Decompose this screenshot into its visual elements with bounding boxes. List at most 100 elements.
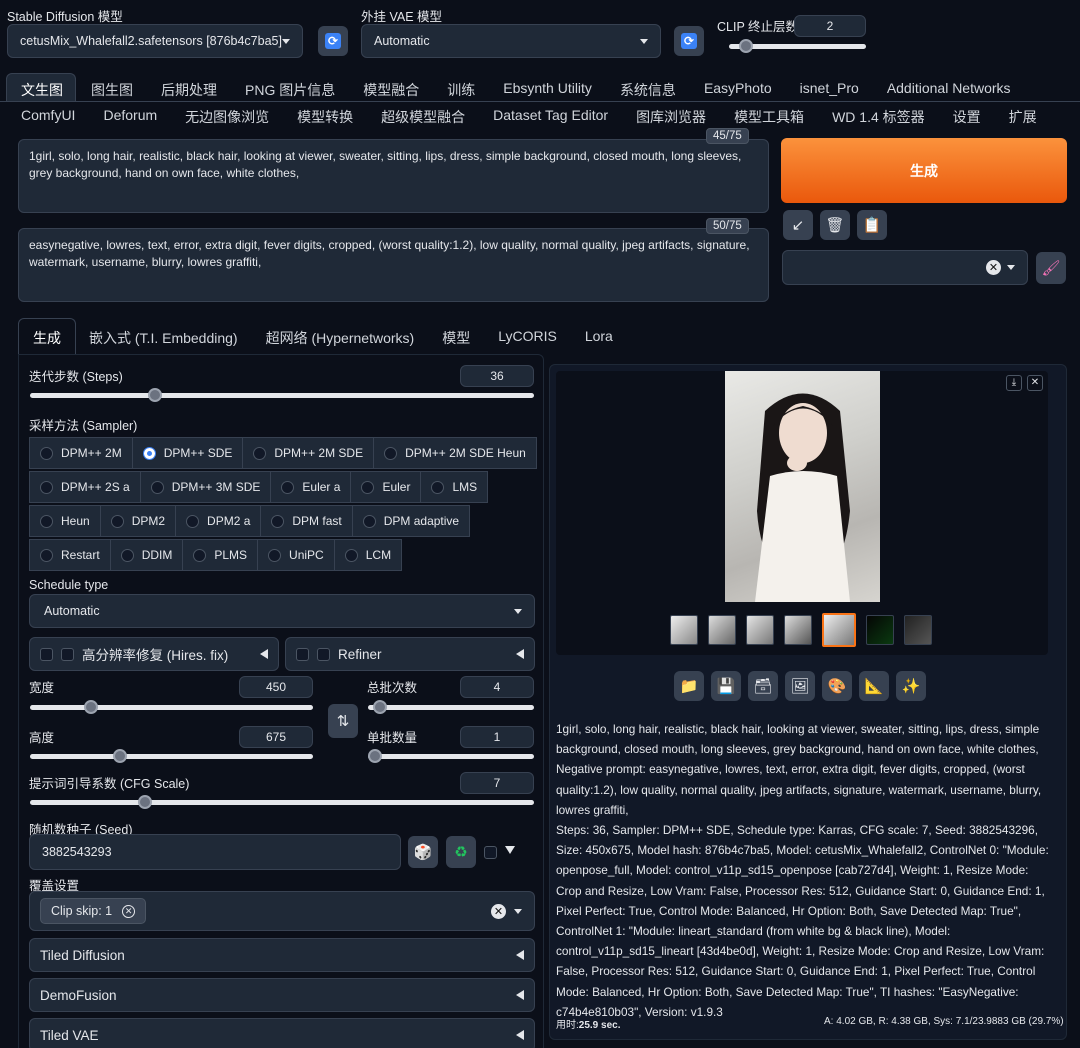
refiner-enable-checkbox[interactable]	[296, 647, 309, 661]
thumbnail[interactable]	[670, 615, 698, 645]
zip-button[interactable]: 🗃	[748, 671, 778, 701]
thumbnail-selected[interactable]	[822, 613, 856, 647]
cfg-input[interactable]: 7	[460, 772, 534, 794]
thumbnail[interactable]	[746, 615, 774, 645]
cfg-slider-thumb[interactable]	[137, 795, 152, 809]
sampler-option[interactable]: Euler	[350, 471, 422, 503]
sampler-option[interactable]: DPM++ 2M SDE	[242, 437, 375, 469]
subtab-2[interactable]: 超网络 (Hypernetworks)	[252, 328, 429, 348]
override-select[interactable]: Clip skip: 1 ✕ ✕	[29, 891, 535, 931]
tab-row2-4[interactable]: 超级模型融合	[367, 107, 479, 127]
send-to-inpaint-button[interactable]: 🎨	[822, 671, 852, 701]
sampler-option[interactable]: DPM++ 2M	[29, 437, 133, 469]
sampler-option[interactable]: PLMS	[182, 539, 259, 571]
expand-icon[interactable]	[505, 846, 515, 854]
refresh-model-button[interactable]: ⟳	[318, 26, 348, 56]
clip-slider-thumb[interactable]	[738, 39, 753, 53]
close-icon[interactable]: ✕	[1027, 375, 1043, 391]
tab-row2-8[interactable]: WD 1.4 标签器	[818, 107, 939, 127]
refiner-checkbox[interactable]	[317, 647, 330, 661]
batch-size-slider-thumb[interactable]	[368, 749, 382, 763]
hires-checkbox[interactable]	[61, 647, 74, 661]
tab-row2-2[interactable]: 无边图像浏览	[171, 107, 283, 127]
tab-6[interactable]: Ebsynth Utility	[489, 80, 606, 100]
tab-0[interactable]: 文生图	[7, 80, 77, 100]
thumbnail[interactable]	[708, 615, 736, 645]
subtab-0[interactable]: 生成	[19, 328, 75, 348]
clear-icon[interactable]: ✕	[986, 260, 1001, 275]
tab-row2-5[interactable]: Dataset Tag Editor	[479, 107, 622, 127]
override-chip[interactable]: Clip skip: 1 ✕	[40, 898, 147, 924]
sampler-option[interactable]: LMS	[420, 471, 489, 503]
batch-size-input[interactable]: 1	[460, 726, 534, 748]
height-input[interactable]: 675	[239, 726, 313, 748]
sampler-option[interactable]: DPM fast	[260, 505, 353, 537]
download-icon[interactable]: ⤓	[1006, 375, 1022, 391]
tab-1[interactable]: 图生图	[77, 80, 147, 100]
generate-button[interactable]: 生成	[781, 138, 1067, 203]
upscale-button[interactable]: ✨	[896, 671, 926, 701]
batch-size-slider[interactable]	[368, 749, 534, 763]
sampler-option[interactable]: DPM++ SDE	[131, 437, 244, 469]
batch-count-slider-thumb[interactable]	[372, 700, 387, 714]
width-slider[interactable]	[30, 700, 313, 714]
open-folder-button[interactable]: 📁	[674, 671, 704, 701]
styles-select[interactable]: ✕	[782, 250, 1028, 285]
steps-slider-thumb[interactable]	[147, 388, 162, 402]
send-to-img2img-button[interactable]: 🖼	[785, 671, 815, 701]
tab-3[interactable]: PNG 图片信息	[231, 80, 349, 100]
tab-row2-7[interactable]: 模型工具箱	[720, 107, 818, 127]
refiner-accordion[interactable]: Refiner	[285, 637, 535, 671]
tab-8[interactable]: EasyPhoto	[690, 80, 786, 100]
remove-chip-icon[interactable]: ✕	[122, 904, 136, 918]
tab-row2-1[interactable]: Deforum	[89, 107, 171, 127]
vae-select[interactable]: Automatic	[361, 24, 661, 58]
tiled-diffusion-accordion[interactable]: Tiled Diffusion	[29, 938, 535, 972]
tiled-vae-accordion[interactable]: Tiled VAE	[29, 1018, 535, 1048]
schedule-select[interactable]: Automatic	[29, 594, 535, 628]
tab-5[interactable]: 训练	[433, 80, 489, 100]
model-select[interactable]: cetusMix_Whalefall2.safetensors [876b4c7…	[7, 24, 303, 58]
read-params-button[interactable]: ↙	[783, 210, 813, 240]
extra-seed-checkbox[interactable]	[484, 846, 497, 859]
tab-row2-10[interactable]: 扩展	[995, 107, 1051, 127]
negative-prompt-textarea[interactable]: easynegative, lowres, text, error, extra…	[18, 228, 769, 302]
subtab-1[interactable]: 嵌入式 (T.I. Embedding)	[75, 328, 252, 348]
sampler-option[interactable]: DPM++ 2S a	[29, 471, 141, 503]
positive-prompt-textarea[interactable]: 1girl, solo, long hair, realistic, black…	[18, 139, 769, 213]
tab-row2-3[interactable]: 模型转换	[283, 107, 367, 127]
reuse-seed-button[interactable]: ♻	[446, 836, 476, 868]
save-button[interactable]: 💾	[711, 671, 741, 701]
edit-styles-button[interactable]: 🖌	[1036, 252, 1066, 284]
thumbnail[interactable]	[784, 615, 812, 645]
subtab-5[interactable]: Lora	[571, 328, 627, 348]
sampler-option[interactable]: Restart	[29, 539, 111, 571]
refresh-vae-button[interactable]: ⟳	[674, 26, 704, 56]
tab-row2-0[interactable]: ComfyUI	[7, 107, 89, 127]
swap-dimensions-button[interactable]: ⇅	[328, 704, 358, 738]
subtab-4[interactable]: LyCORIS	[484, 328, 571, 348]
sampler-option[interactable]: DPM++ 3M SDE	[139, 471, 272, 503]
clip-slider[interactable]	[729, 39, 866, 53]
clip-value-input[interactable]: 2	[794, 15, 866, 37]
steps-slider[interactable]	[30, 388, 534, 402]
styles-button[interactable]: 📋	[857, 210, 887, 240]
tab-7[interactable]: 系统信息	[606, 80, 690, 100]
sampler-option[interactable]: DPM++ 2M SDE Heun	[373, 437, 537, 469]
random-seed-button[interactable]: 🎲	[408, 836, 438, 868]
thumbnail[interactable]	[904, 615, 932, 645]
batch-count-input[interactable]: 4	[460, 676, 534, 698]
sampler-option[interactable]: DPM2 a	[175, 505, 262, 537]
width-slider-thumb[interactable]	[83, 700, 98, 714]
sampler-option[interactable]: Euler a	[270, 471, 352, 503]
tab-row2-9[interactable]: 设置	[939, 107, 995, 127]
height-slider[interactable]	[30, 749, 313, 763]
tab-4[interactable]: 模型融合	[349, 80, 433, 100]
generated-image[interactable]	[725, 371, 880, 602]
tab-9[interactable]: isnet_Pro	[786, 80, 873, 100]
tab-10[interactable]: Additional Networks	[873, 80, 1025, 100]
cfg-slider[interactable]	[30, 795, 534, 809]
width-input[interactable]: 450	[239, 676, 313, 698]
sampler-option[interactable]: Heun	[29, 505, 101, 537]
sampler-option[interactable]: DPM adaptive	[351, 505, 471, 537]
